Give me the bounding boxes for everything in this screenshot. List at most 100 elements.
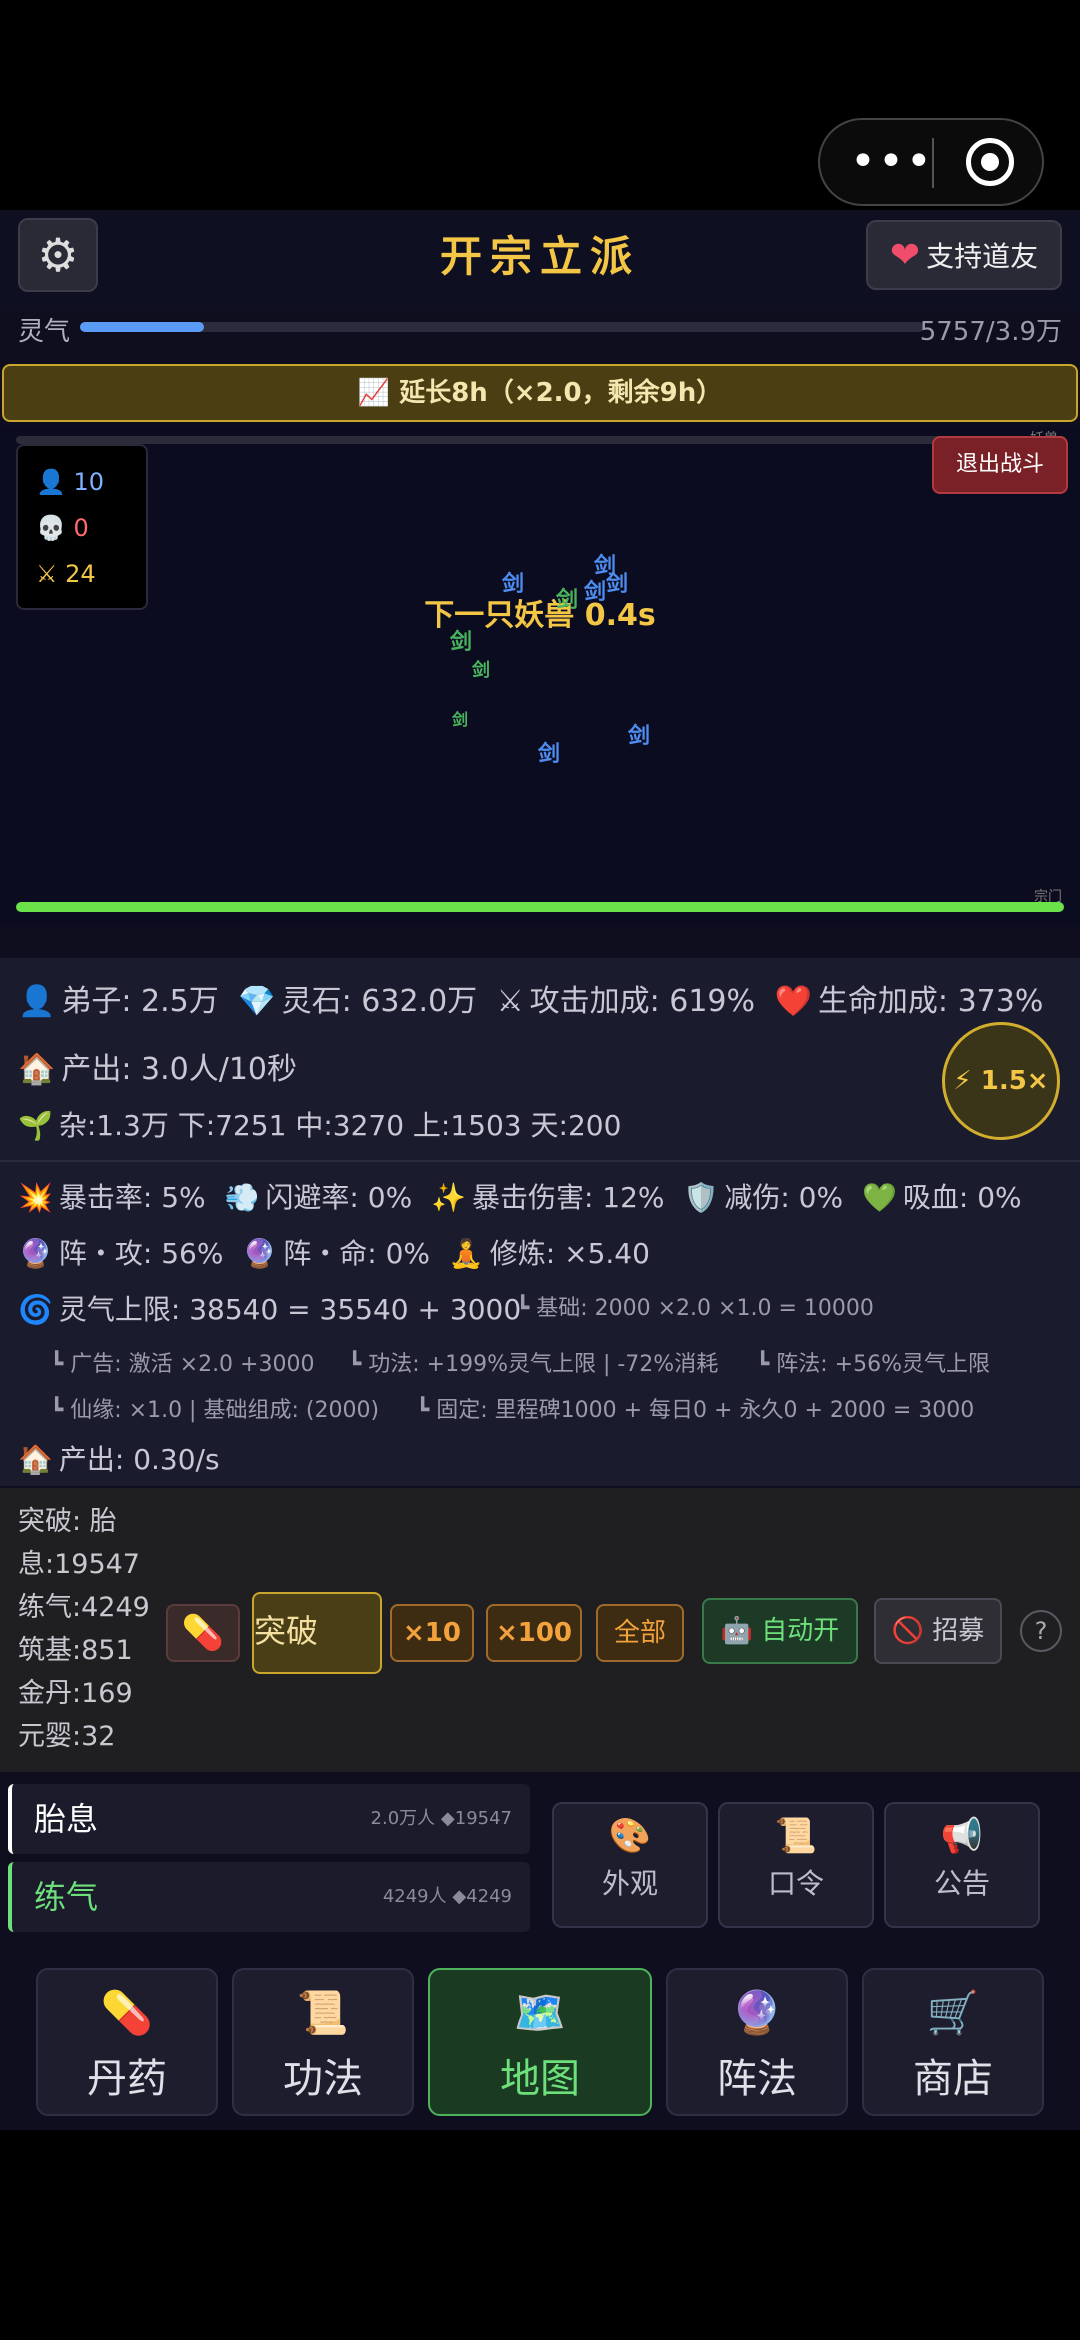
support-label: 支持道友 [926, 240, 1039, 273]
buff-banner[interactable]: 📈 延长8h（×2.0，剩余9h） [2, 364, 1078, 422]
spirit-stone-stat: 灵石: 632.0万 [281, 984, 478, 1019]
grid-label: 公告 [933, 1867, 990, 1900]
person-icon: 👤 [18, 984, 56, 1019]
chart-up-icon: 📈 [357, 378, 391, 408]
sword-unit: 剑 [502, 572, 525, 597]
qi-cap-array: ┗ 阵法: +56%灵气上限 [756, 1352, 990, 1377]
realm-count-line: 突破: 胎 [18, 1506, 117, 1537]
crystal-ball-icon: 🔮 [18, 1237, 53, 1270]
more-menu-icon[interactable]: ••• [850, 132, 932, 192]
nav-techniques[interactable]: 📜 功法 [232, 1968, 414, 2116]
capsule-divider [932, 138, 934, 188]
breakthrough-button[interactable]: 突破 [252, 1592, 382, 1674]
formation-life: 阵・命: 0% [283, 1237, 430, 1270]
sect-hp-bar [16, 902, 1064, 912]
pill-icon: 💊 [100, 1988, 154, 2037]
realm-row-lianqi[interactable]: 练气 4249人 ◆4249 [8, 1862, 530, 1932]
realm-count-line: 筑基:851 [18, 1635, 133, 1666]
qi-cap-ad: ┗ 广告: 激活 ×2.0 +3000 [50, 1352, 315, 1377]
crit-rate: 暴击率: 5% [58, 1181, 206, 1214]
nav-map[interactable]: 🗺️ 地图 [428, 1968, 652, 2116]
battle-stat-value: 10 [73, 468, 105, 496]
scroll-icon: 📜 [774, 1816, 818, 1856]
support-button[interactable]: ❤ 支持道友 [866, 220, 1062, 290]
nav-pills[interactable]: 💊 丹药 [36, 1968, 218, 2116]
realm-row-taixi[interactable]: 胎息 2.0万人 ◆19547 [8, 1784, 530, 1854]
realm-name: 练气 [34, 1878, 99, 1916]
realm-count-line: 练气:4249 [18, 1592, 150, 1623]
hp-bonus-stat: 生命加成: 373% [817, 984, 1044, 1019]
speed-multiplier-button[interactable]: ⚡ 1.5× [942, 1022, 1060, 1140]
realm-name: 胎息 [34, 1800, 99, 1838]
qi-cap-fixed: ┗ 固定: 里程碑1000 + 每日0 + 永久0 + 2000 = 3000 [416, 1398, 975, 1423]
pill-button[interactable]: 💊 [166, 1604, 240, 1662]
sword-unit: 剑 [450, 630, 473, 655]
meditation-icon: 🧘 [448, 1237, 484, 1270]
combat-stats-row: 💥 暴击率: 5% 💨 闪避率: 0% ✨ 暴击伤害: 12% 🛡️ 减伤: 0% 💚 吸… [18, 1176, 1022, 1216]
realm-meta: 2.0万人 ◆19547 [370, 1808, 512, 1829]
damage-reduction: 减伤: 0% [724, 1181, 844, 1214]
battle-stat-value: 24 [65, 560, 96, 588]
formation-attack: 阵・攻: 56% [58, 1237, 224, 1270]
auto-open-button[interactable]: 🤖 自动开 [702, 1598, 858, 1664]
skull-icon: 💀 [36, 514, 66, 542]
help-button[interactable]: ? [1020, 1610, 1062, 1652]
exit-battle-button[interactable]: 退出战斗 [932, 436, 1068, 494]
page-title: 开宗立派 [439, 232, 640, 281]
explosion-icon: 💥 [18, 1181, 53, 1214]
output-rate: 产出: 0.30/s [58, 1443, 220, 1476]
sword-unit: 剑 [584, 580, 607, 605]
x100-button[interactable]: ×100 [486, 1604, 582, 1662]
disciples-stat: 弟子: 2.5万 [61, 984, 219, 1019]
realm-count-line: 金丹:169 [18, 1678, 133, 1709]
x10-button[interactable]: ×10 [390, 1604, 474, 1662]
qi-label: 灵气 [18, 317, 71, 347]
realm-meta: 4249人 ◆4249 [382, 1886, 512, 1907]
qi-progress-fill [80, 322, 204, 332]
heart-icon: ❤ [889, 234, 921, 276]
grade-row: 🌱 杂:1.3万 下:7251 中:3270 上:1503 天:200 [18, 1104, 621, 1144]
recruit-button[interactable]: 🚫 招募 [874, 1598, 1002, 1664]
nav-label: 地图 [500, 2056, 580, 2102]
stats-summary-row: 👤 弟子: 2.5万 💎 灵石: 632.0万 ⚔ 攻击加成: 619% ❤️ 生命加成… [18, 976, 1043, 1020]
crystal-ball-icon: 🔮 [242, 1237, 278, 1270]
battle-area [0, 426, 1080, 926]
attack-bonus-stat: 攻击加成: 619% [529, 984, 756, 1019]
mini-program-capsule: ••• [818, 118, 1044, 206]
palette-icon: 🎨 [608, 1816, 652, 1856]
password-button[interactable]: 📜 口令 [718, 1802, 874, 1928]
person-icon: 👤 [36, 468, 66, 496]
settings-button[interactable]: ⚙ [18, 218, 98, 292]
heart-icon: ❤️ [774, 984, 812, 1019]
nav-label: 商店 [913, 2056, 993, 2102]
green-heart-icon: 💚 [862, 1181, 897, 1214]
qi-cap-value: 灵气上限: 38540 = 35540 + 3000 [58, 1293, 522, 1326]
crystal-ball-icon: 🔮 [730, 1988, 784, 2037]
buff-banner-text: 延长8h（×2.0，剩余9h） [399, 378, 723, 408]
swords-icon: ⚔ [36, 560, 58, 588]
grid-label: 外观 [601, 1867, 658, 1900]
realm-count-list: 突破: 胎 息:19547 练气:4249 筑基:851 金丹:169 元婴:3… [18, 1500, 158, 1758]
diamond-icon: 💎 [238, 984, 276, 1019]
map-icon: 🗺️ [513, 1988, 567, 2037]
nav-formations[interactable]: 🔮 阵法 [666, 1968, 848, 2116]
gear-icon: ⚙ [37, 228, 79, 282]
all-button[interactable]: 全部 [596, 1604, 684, 1662]
sparkles-icon: ✨ [431, 1181, 466, 1214]
formation-row: 🔮 阵・攻: 56% 🔮 阵・命: 0% 🧘 修炼: ×5.40 [18, 1232, 650, 1272]
nav-label: 丹药 [87, 2056, 167, 2102]
grade-counts: 杂:1.3万 下:7251 中:3270 上:1503 天:200 [58, 1109, 622, 1142]
divider [0, 1160, 1080, 1162]
cart-icon: 🛒 [926, 1988, 980, 2037]
sword-unit: 剑 [452, 710, 469, 729]
production-rate: 产出: 3.0人/10秒 [61, 1052, 297, 1087]
close-target-icon[interactable] [966, 138, 1014, 186]
nav-label: 功法 [283, 2056, 363, 2102]
announcement-button[interactable]: 📢 公告 [884, 1802, 1040, 1928]
battle-stat-deaths: 💀 0 [36, 508, 89, 548]
realm-count-line: 元婴:32 [18, 1721, 116, 1752]
nav-shop[interactable]: 🛒 商店 [862, 1968, 1044, 2116]
appearance-button[interactable]: 🎨 外观 [552, 1802, 708, 1928]
sword-unit: 剑 [472, 660, 490, 681]
qi-cap-row: 🌀 灵气上限: 38540 = 35540 + 3000 [18, 1288, 521, 1328]
